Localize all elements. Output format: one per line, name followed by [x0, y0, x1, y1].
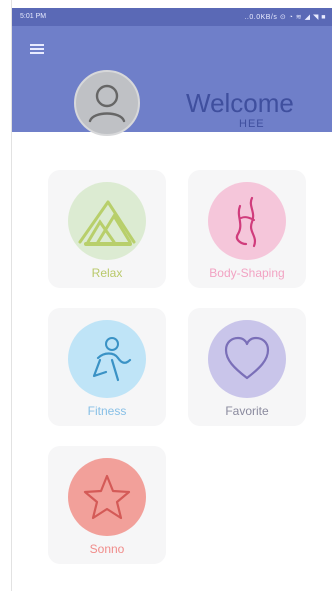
card-sonno[interactable]: Sonno [48, 446, 166, 564]
relax-icon-circle [68, 182, 146, 260]
fitness-runner-icon [92, 337, 132, 382]
card-label: Fitness [87, 404, 127, 418]
username: HEE [239, 118, 265, 130]
card-favorite[interactable]: Favorite [188, 308, 306, 426]
card-label: Body-Shaping [209, 266, 285, 280]
card-label: Sonno [89, 542, 125, 556]
card-relax[interactable]: Relax [48, 170, 166, 288]
body-torso-icon [235, 196, 256, 248]
star-icon [83, 474, 131, 520]
app-screen: 5:01 PM ..0.0KB/s ⊙ ◔ ≋ ◢ ◥ ■ Welcome HE… [12, 8, 332, 591]
card-label: Favorite [225, 404, 269, 418]
status-indicators: ..0.0KB/s ⊙ ◔ ≋ ◢ ◥ ■ [244, 14, 326, 21]
heart-icon [224, 336, 270, 380]
fitness-icon-circle [68, 320, 146, 398]
grass-icon [78, 200, 136, 246]
card-label: Relax [91, 266, 123, 280]
sonno-icon-circle [68, 458, 146, 536]
favorite-icon-circle [208, 320, 286, 398]
menu-icon[interactable] [30, 44, 44, 54]
left-frame-border [0, 0, 12, 591]
body-shaping-icon-circle [208, 182, 286, 260]
header: 5:01 PM ..0.0KB/s ⊙ ◔ ≋ ◢ ◥ ■ Welcome HE… [12, 8, 332, 136]
card-body-shaping[interactable]: Body-Shaping [188, 170, 306, 288]
welcome-title: Welcome [186, 88, 294, 118]
status-bar: 5:01 PM ..0.0KB/s ⊙ ◔ ≋ ◢ ◥ ■ [12, 8, 332, 26]
status-time: 5:01 PM [20, 13, 47, 20]
avatar[interactable] [74, 70, 140, 136]
user-icon [88, 84, 126, 123]
card-fitness[interactable]: Fitness [48, 308, 166, 426]
